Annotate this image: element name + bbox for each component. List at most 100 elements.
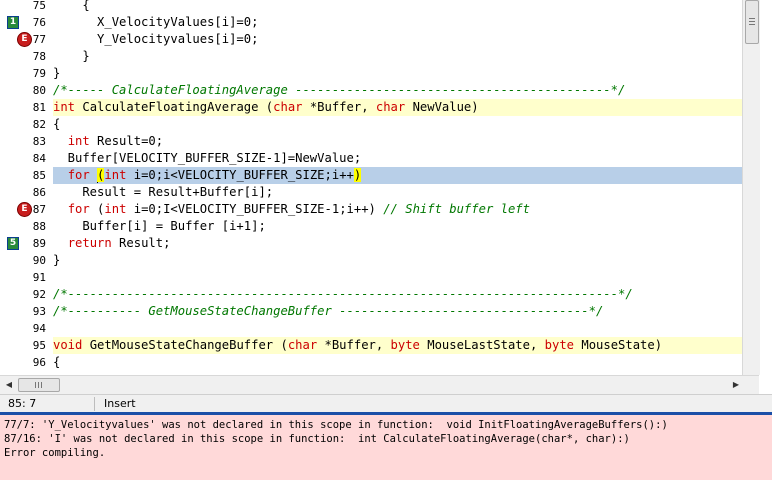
code-line-95[interactable]: 95 void GetMouseStateChangeBuffer (char *… [0,337,742,354]
line-number: 85 [32,169,46,182]
line-background [53,269,742,286]
code-token: GetMouseStateChangeBuffer ( [82,338,288,352]
message-console[interactable]: 77/7: 'Y_Velocityvalues' was not declare… [0,415,772,480]
code-line-80[interactable]: 80 /*----- CalculateFloatingAverage -----… [0,82,742,99]
line-number: 75 [32,0,46,12]
code-line-79[interactable]: 79} [0,65,742,82]
line-number: 89 [32,237,46,250]
code-line-83[interactable]: 83 int Result=0; [0,133,742,150]
line-number: 93 [32,305,46,318]
code-line-76[interactable]: 1 76 X_VelocityValues[i]=0; [0,14,742,31]
code-text[interactable]: return Result; [53,235,171,252]
line-number: 91 [32,271,46,284]
code-text[interactable]: } [53,252,60,269]
code-line-88[interactable]: 88 Buffer[i] = Buffer [i+1]; [0,218,742,235]
code-token: *Buffer, [302,100,376,114]
console-line: 87/16: 'I' was not declared in this scop… [4,433,630,445]
line-background [53,354,742,371]
code-text[interactable]: for (int i=0;i<VELOCITY_BUFFER_SIZE;i++) [53,167,362,184]
code-token: CalculateFloatingAverage ( [75,100,274,114]
line-background [53,0,742,14]
vertical-scrollbar[interactable] [742,0,760,375]
code-text[interactable]: Buffer[VELOCITY_BUFFER_SIZE-1]=NewValue; [53,150,362,167]
scroll-grip-icon [749,18,755,19]
code-text[interactable]: for (int i=0;I<VELOCITY_BUFFER_SIZE-1;i+… [53,201,530,218]
code-token: ( [89,202,105,216]
code-text[interactable]: X_VelocityValues[i]=0; [53,14,258,31]
scroll-grip-icon [35,382,36,388]
cursor-position: 85: 7 [8,397,37,410]
line-number: 79 [32,67,46,80]
code-line-77[interactable]: E 77 Y_Velocityvalues[i]=0; [0,31,742,48]
line-background [53,320,742,337]
code-text[interactable]: int Result=0; [53,133,163,150]
scroll-left-arrow-icon[interactable]: ◀ [3,379,15,391]
code-text[interactable]: /*----- CalculateFloatingAverage -------… [53,82,625,99]
code-text[interactable]: Buffer[i] = Buffer [i+1]; [53,218,265,235]
line-background [53,65,742,82]
code-line-78[interactable]: 78 } [0,48,742,65]
code-line-75[interactable]: 75 { [0,0,742,14]
code-text[interactable]: { [53,116,60,133]
code-editor[interactable]: 75 {1 76 X_VelocityValues[i]=0; E 77 Y_Velo… [0,0,772,375]
horizontal-scroll-thumb[interactable] [18,378,60,392]
keyword-token: void [53,338,83,352]
line-number: 78 [32,50,46,63]
code-token: i=0;I<VELOCITY_BUFFER_SIZE-1;i++) [126,202,384,216]
code-line-84[interactable]: 84 Buffer[VELOCITY_BUFFER_SIZE-1]=NewVal… [0,150,742,167]
bookmark-icon[interactable]: 1 [7,16,19,29]
code-line-82[interactable]: 82 { [0,116,742,133]
code-line-93[interactable]: 93 /*---------- GetMouseStateChangeBuffer… [0,303,742,320]
code-token: Result = Result+Buffer[i]; [53,185,274,199]
scroll-grip-icon [38,382,39,388]
code-line-89[interactable]: 5 89 return Result; [0,235,742,252]
keyword-token: byte [390,338,420,352]
line-number: 82 [32,118,46,131]
keyword-token: for [67,202,90,216]
matched-bracket: ) [353,168,362,182]
status-separator [94,397,95,411]
code-token: MouseState) [574,338,663,352]
code-line-96[interactable]: 96 { [0,354,742,371]
line-number: 87 [32,203,46,216]
comment-token: /*--------------------------------------… [53,287,633,301]
code-line-87[interactable]: E 87 for (int i=0;I<VELOCITY_BUFFER_SIZE-… [0,201,742,218]
code-line-92[interactable]: 92 /*------------------------------------… [0,286,742,303]
keyword-token: int [104,202,127,216]
code-text[interactable]: Y_Velocityvalues[i]=0; [53,31,258,48]
code-line-86[interactable]: 86 Result = Result+Buffer[i]; [0,184,742,201]
code-text[interactable]: void GetMouseStateChangeBuffer (char *Bu… [53,337,662,354]
line-number: 90 [32,254,46,267]
bookmark-icon[interactable]: 5 [7,237,19,250]
scroll-right-arrow-icon[interactable]: ▶ [730,379,742,391]
code-line-91[interactable]: 91 [0,269,742,286]
comment-token: /*---------- GetMouseStateChangeBuffer -… [53,304,604,318]
code-token: { [53,117,61,131]
code-text[interactable]: { [53,354,60,371]
horizontal-scrollbar[interactable]: ◀ ▶ [0,375,759,394]
keyword-token: return [67,236,112,250]
code-line-94[interactable]: 94 [0,320,742,337]
scroll-grip-icon [749,21,755,22]
code-line-90[interactable]: 90} [0,252,742,269]
code-text[interactable]: int CalculateFloatingAverage (char *Buff… [53,99,479,116]
code-token: Y_Velocityvalues[i]=0; [53,32,259,46]
code-text[interactable]: } [53,65,60,82]
code-line-81[interactable]: 81 int CalculateFloatingAverage (char *Bu… [0,99,742,116]
code-text[interactable]: { [53,0,90,14]
code-text[interactable]: /*--------------------------------------… [53,286,633,303]
code-text[interactable]: } [53,48,90,65]
code-line-85[interactable]: 85 for (int i=0;i<VELOCITY_BUFFER_SIZE;i… [0,167,742,184]
code-token: } [53,49,90,63]
keyword-token: char [287,338,318,352]
code-token: { [53,0,90,12]
code-text[interactable]: Result = Result+Buffer[i]; [53,184,273,201]
edit-mode[interactable]: Insert [104,395,136,413]
vertical-scroll-thumb[interactable] [745,0,759,44]
code-text[interactable]: /*---------- GetMouseStateChangeBuffer -… [53,303,603,320]
line-number: 92 [32,288,46,301]
line-number: 80 [32,84,46,97]
keyword-token: char [273,100,303,114]
